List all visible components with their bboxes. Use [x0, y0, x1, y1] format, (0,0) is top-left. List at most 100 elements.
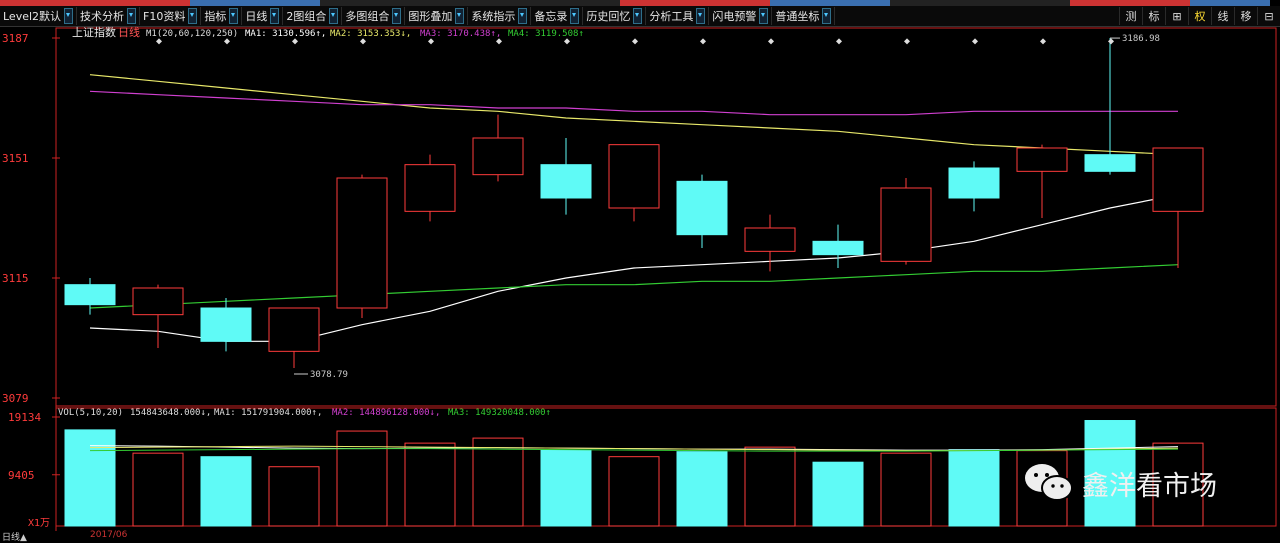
ma2-value: MA2: 3153.353↓, [330, 29, 411, 39]
toolbar-item-13[interactable]: 普通坐标 [772, 7, 836, 25]
candle-body [268, 307, 320, 352]
toolbar-right-button-5[interactable]: 移 [1234, 7, 1257, 25]
watermark: 鑫洋看市场 [1022, 461, 1217, 505]
event-marker-icon: ◆ [836, 36, 842, 47]
toolbar-item-4[interactable]: 日线 [242, 7, 284, 25]
volume-bar [404, 442, 456, 527]
event-marker-icon: ◆ [1040, 36, 1046, 47]
toolbar-item-3[interactable]: 指标 [201, 7, 243, 25]
toolbar-right-button-6[interactable]: ⊟ [1257, 7, 1280, 25]
candle-body [880, 187, 932, 262]
dropdown-arrow-icon[interactable] [455, 8, 465, 24]
dropdown-arrow-icon[interactable] [229, 8, 239, 24]
dropdown-arrow-icon[interactable] [188, 8, 198, 24]
volume-bar [200, 456, 252, 527]
toolbar-item-11[interactable]: 分析工具 [646, 7, 710, 25]
vol-params: VOL(5,10,20) [58, 408, 123, 418]
kline-chart: 3187315131153079◆ ◆ ◆ ◆ ◆ ◆ ◆ ◆ ◆ ◆ ◆ ◆ ◆ ◆ ◆ 3186.9830… [2, 26, 1277, 531]
volume-bar [268, 466, 320, 527]
low-label: 3078.79 [310, 370, 348, 380]
dropdown-arrow-icon[interactable] [392, 8, 402, 24]
dropdown-arrow-icon[interactable] [127, 8, 137, 24]
vol-axis-label: 19134 [8, 411, 41, 424]
toolbar-right-button-0[interactable]: 测 [1119, 7, 1142, 25]
toolbar-item-10[interactable]: 历史回忆 [583, 7, 647, 25]
toolbar-item-label: 普通坐标 [775, 10, 820, 23]
toolbar-item-label: 多图组合 [345, 10, 390, 23]
volume-bar [880, 452, 932, 527]
toolbar-item-7[interactable]: 图形叠加 [405, 7, 469, 25]
candle-body [948, 167, 1000, 199]
toolbar-item-label: Level2默认 [3, 10, 62, 23]
toolbar-right-button-1[interactable]: 标 [1142, 7, 1165, 25]
toolbar-item-2[interactable]: F10资料 [140, 7, 202, 25]
toolbar-item-0[interactable]: Level2默认 [0, 7, 78, 25]
ma1-value: MA1: 3130.596↑, [245, 29, 326, 39]
toolbar-right-button-2[interactable]: ⊞ [1165, 7, 1188, 25]
candle-body [1152, 147, 1204, 212]
toolbar-item-label: 系统指示 [471, 10, 516, 23]
toolbar-item-label: 2图组合 [286, 10, 327, 23]
dropdown-arrow-icon[interactable] [696, 8, 706, 24]
toolbar-item-label: 分析工具 [649, 10, 694, 23]
candle-body [336, 177, 388, 309]
toolbar: Level2默认 技术分析 F10资料 指标 日线 2图组合 多图组合 图形叠加 系统指示 备忘录… [0, 6, 1280, 27]
watermark-text: 鑫洋看市场 [1082, 470, 1217, 502]
footer-date: 2017/06 [90, 530, 128, 540]
toolbar-item-label: 图形叠加 [408, 10, 453, 23]
toolbar-item-label: F10资料 [143, 10, 186, 23]
toolbar-item-label: 备忘录 [534, 10, 568, 23]
footer: 日线▲ 2017/06 [0, 530, 1280, 543]
volume-bar [744, 446, 796, 527]
toolbar-item-5[interactable]: 2图组合 [283, 7, 343, 25]
dropdown-arrow-icon[interactable] [759, 8, 769, 24]
toolbar-right-button-4[interactable]: 线 [1211, 7, 1234, 25]
volume-bar [64, 429, 116, 527]
dropdown-arrow-icon[interactable] [570, 8, 580, 24]
vol-unit-label: X1万 [28, 518, 50, 529]
y-axis-label: 3079 [2, 392, 29, 405]
toolbar-item-label: 日线 [245, 10, 268, 23]
dropdown-arrow-icon[interactable] [270, 8, 280, 24]
volume-bar [948, 449, 1000, 527]
candle-body [676, 180, 728, 236]
event-marker-icon: ◆ [904, 36, 910, 47]
dropdown-arrow-icon[interactable] [518, 8, 528, 24]
toolbar-item-9[interactable]: 备忘录 [531, 7, 584, 25]
dropdown-arrow-icon[interactable] [329, 8, 339, 24]
candle-body [540, 164, 592, 199]
candle-body [744, 227, 796, 252]
high-label: 3186.98 [1122, 34, 1160, 44]
event-marker-icon: ◆ [700, 36, 706, 47]
wechat-icon [1025, 464, 1073, 501]
candle-body [64, 284, 116, 306]
dropdown-arrow-icon[interactable] [64, 8, 74, 24]
toolbar-right: 测标 ⊞ 权线移 ⊟ [1119, 6, 1280, 26]
ma-params: M1(20,60,120,250) [146, 29, 238, 39]
dropdown-arrow-icon[interactable] [633, 8, 643, 24]
vol-ma1-value: MA1: 151791904.000↑, [214, 408, 322, 418]
candle-body [608, 144, 660, 209]
y-axis-label: 3151 [2, 152, 29, 165]
volume-bar [608, 456, 660, 527]
toolbar-item-12[interactable]: 闪电预警 [709, 7, 773, 25]
dropdown-arrow-icon[interactable] [822, 8, 832, 24]
candle-body [472, 137, 524, 176]
toolbar-item-6[interactable]: 多图组合 [342, 7, 406, 25]
candle-body [132, 287, 184, 316]
candle-body [1084, 154, 1136, 172]
toolbar-item-label: 指标 [204, 10, 227, 23]
toolbar-right-button-3[interactable]: 权 [1188, 7, 1211, 25]
vol-value: 154843648.000↓, [130, 408, 211, 418]
volume-bar [132, 452, 184, 527]
ma4-value: MA4: 3119.508↑ [508, 29, 584, 39]
footer-period[interactable]: 日线▲ [2, 530, 27, 543]
vol-axis-label: 9405 [8, 469, 35, 482]
volume-bar [676, 451, 728, 527]
event-marker-icon: ◆ [632, 36, 638, 47]
y-axis-label: 3115 [2, 272, 29, 285]
candle-body [812, 240, 864, 256]
toolbar-item-8[interactable]: 系统指示 [468, 7, 532, 25]
toolbar-item-1[interactable]: 技术分析 [77, 7, 141, 25]
ma-line-ma4 [89, 264, 1179, 309]
